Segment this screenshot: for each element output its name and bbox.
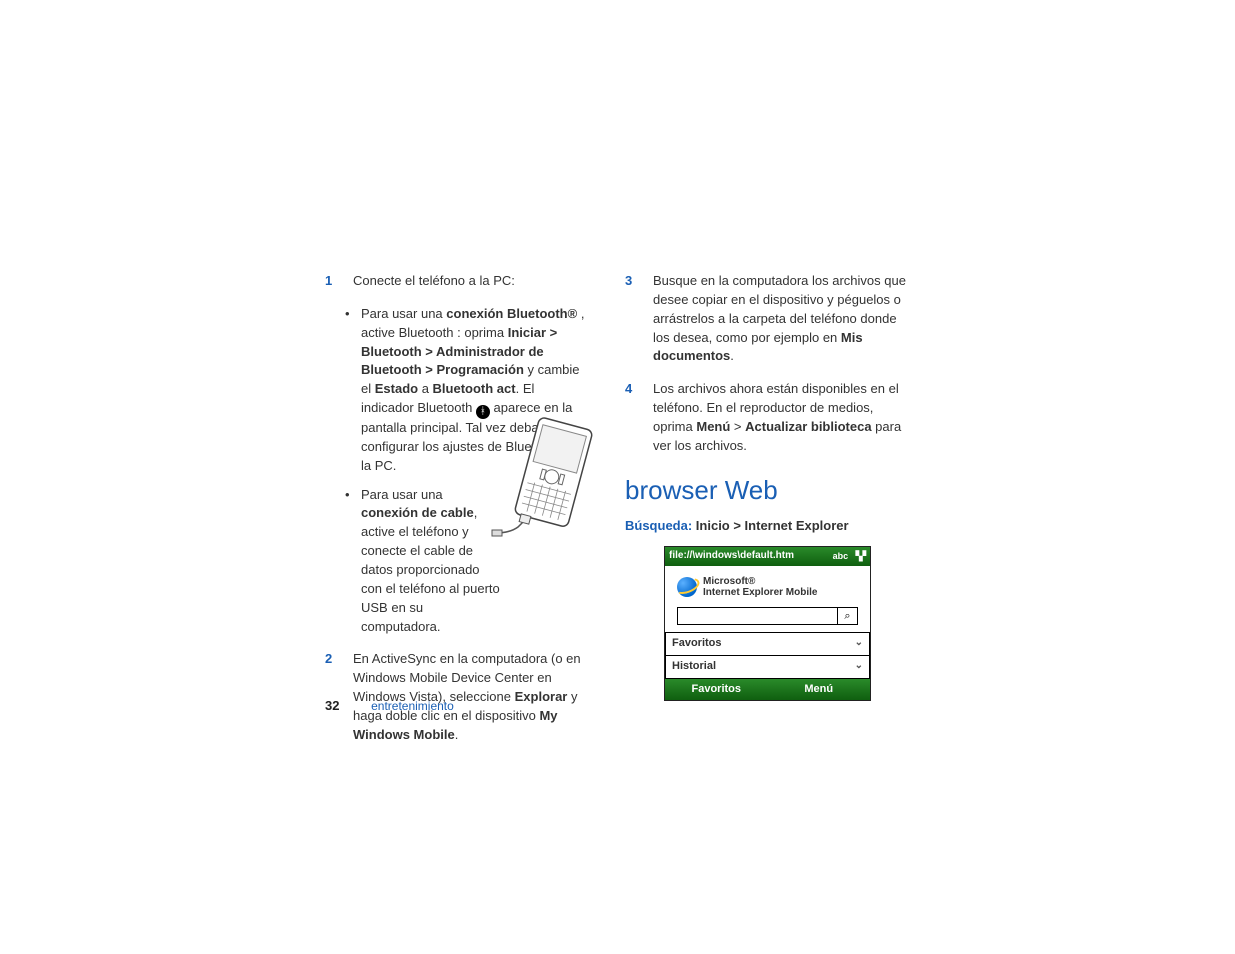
phone-usb-illustration <box>490 415 600 555</box>
chevron-down-icon: ⌄ <box>855 659 863 674</box>
step-1-intro: Conecte el teléfono a la PC: <box>353 272 590 291</box>
step-number: 4 <box>625 380 632 399</box>
ie-body: Microsoft® Internet Explorer Mobile ⌕ <box>665 566 870 633</box>
heading-browser-web: browser Web <box>625 472 910 510</box>
manual-page: 1 Conecte el teléfono a la PC: Para usar… <box>0 0 1235 954</box>
section-name: entretenimiento <box>371 699 454 713</box>
step-1: 1 Conecte el teléfono a la PC: <box>325 272 590 291</box>
page-footer: 32 entretenimiento <box>325 698 454 713</box>
right-column: 3 Busque en la computadora los archivos … <box>625 272 910 701</box>
ie-logo-icon <box>677 577 697 597</box>
ie-brand: Microsoft® Internet Explorer Mobile <box>677 576 862 599</box>
ie-mobile-screenshot: file://\windows\default.htm abc ▝▞ Micro… <box>664 546 871 701</box>
search-line: Búsqueda: Inicio > Internet Explorer <box>625 517 910 536</box>
ie-history-row[interactable]: Historial ⌄ <box>665 655 870 679</box>
ie-search-bar: ⌕ <box>677 607 858 625</box>
ie-favorites-row[interactable]: Favoritos ⌄ <box>665 632 870 656</box>
ie-search-input[interactable] <box>677 607 838 625</box>
ie-titlebar: file://\windows\default.htm abc ▝▞ <box>665 547 870 566</box>
bluetooth-icon: ᚼ <box>476 405 490 419</box>
chevron-down-icon: ⌄ <box>855 636 863 651</box>
ie-url: file://\windows\default.htm <box>669 549 794 564</box>
step-3: 3 Busque en la computadora los archivos … <box>625 272 910 366</box>
page-number: 32 <box>325 698 339 713</box>
step-4: 4 Los archivos ahora están disponibles e… <box>625 380 910 455</box>
status-icons: abc ▝▞ <box>833 550 866 563</box>
bullet-cable: Para usar una conexión de cable, active … <box>325 486 501 637</box>
abc-indicator-icon: abc <box>833 550 849 563</box>
softkey-favorites[interactable]: Favoritos <box>665 679 768 701</box>
softkey-menu[interactable]: Menú <box>768 679 871 701</box>
ie-softkeys: Favoritos Menú <box>665 679 870 701</box>
signal-icon: ▝▞ <box>852 550 866 563</box>
step-number: 3 <box>625 272 632 291</box>
step-number: 2 <box>325 650 332 669</box>
step-number: 1 <box>325 272 332 291</box>
search-icon: ⌕ <box>844 610 850 622</box>
ie-search-button[interactable]: ⌕ <box>838 607 858 625</box>
